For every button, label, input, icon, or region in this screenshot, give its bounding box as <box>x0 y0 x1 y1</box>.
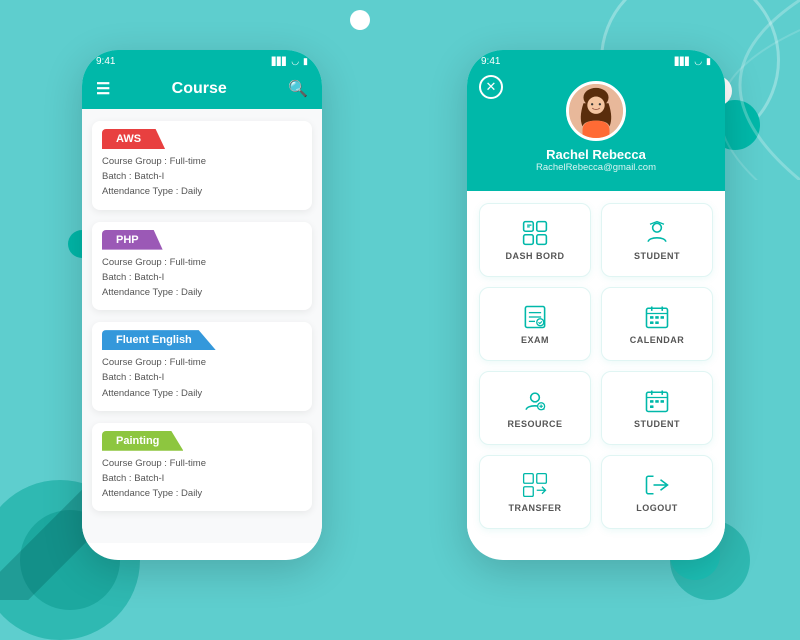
course-card-english[interactable]: Fluent English Course Group : Full-time … <box>92 322 312 411</box>
course-info-painting: Course Group : Full-time Batch : Batch-I… <box>92 451 312 512</box>
course-tag-php: PHP <box>102 230 163 250</box>
battery-icon: ▮ <box>303 56 308 67</box>
search-icon[interactable]: 🔍 <box>288 79 308 99</box>
status-icons-left: ▋▋▋ ◡ ▮ <box>272 56 308 67</box>
menu-item-student[interactable]: STUDENT <box>601 203 713 277</box>
calendar-label: CALENDAR <box>630 335 685 345</box>
attendance-php: Attendance Type : Daily <box>102 285 302 300</box>
resource-label: RESOURCE <box>507 419 562 429</box>
menu-item-student2[interactable]: STUDENT <box>601 371 713 445</box>
status-icons-right: ▋▋▋ ◡ ▮ <box>675 56 711 67</box>
time-left: 9:41 <box>96 56 115 67</box>
battery-icon-r: ▮ <box>706 56 711 67</box>
transfer-label: TRANSFER <box>509 503 562 513</box>
student-label: STUDENT <box>634 251 680 261</box>
course-info-php: Course Group : Full-time Batch : Batch-I… <box>92 250 312 311</box>
dashboard-icon <box>521 219 549 247</box>
course-info-aws: Course Group : Full-time Batch : Batch-I… <box>92 149 312 210</box>
status-bar-right: 9:41 ▋▋▋ ◡ ▮ <box>467 50 725 71</box>
exam-label: EXAM <box>521 335 549 345</box>
batch-painting: Batch : Batch-I <box>102 471 302 486</box>
phone-left: 9:41 ▋▋▋ ◡ ▮ ☰ Course 🔍 AWS Course Group… <box>82 50 322 560</box>
menu-grid: DASH BORD STUDENT EXAM <box>467 191 725 541</box>
course-group-aws: Course Group : Full-time <box>102 154 302 169</box>
attendance-english: Attendance Type : Daily <box>102 386 302 401</box>
batch-php: Batch : Batch-I <box>102 270 302 285</box>
course-info-english: Course Group : Full-time Batch : Batch-I… <box>92 350 312 411</box>
phone-right: 9:41 ▋▋▋ ◡ ▮ ✕ <box>467 50 725 560</box>
menu-item-exam[interactable]: EXAM <box>479 287 591 361</box>
transfer-icon <box>521 471 549 499</box>
course-group-english: Course Group : Full-time <box>102 355 302 370</box>
logout-icon <box>643 471 671 499</box>
logout-label: LOGOUT <box>636 503 678 513</box>
avatar-svg <box>569 83 623 139</box>
course-card-aws[interactable]: AWS Course Group : Full-time Batch : Bat… <box>92 121 312 210</box>
user-name: Rachel Rebecca <box>546 147 646 162</box>
course-tag-english: Fluent English <box>102 330 216 350</box>
menu-item-dashboard[interactable]: DASH BORD <box>479 203 591 277</box>
wifi-icon: ◡ <box>291 56 299 67</box>
signal-icon-r: ▋▋▋ <box>675 57 690 66</box>
page-title: Course <box>172 80 227 98</box>
course-tag-aws: AWS <box>102 129 165 149</box>
course-list: AWS Course Group : Full-time Batch : Bat… <box>82 109 322 543</box>
student2-label: STUDENT <box>634 419 680 429</box>
user-avatar <box>566 81 626 141</box>
calendar-icon <box>643 303 671 331</box>
course-card-php[interactable]: PHP Course Group : Full-time Batch : Bat… <box>92 222 312 311</box>
user-email: RachelRebecca@gmail.com <box>536 162 656 173</box>
course-header: ☰ Course 🔍 <box>82 71 322 109</box>
batch-aws: Batch : Batch-I <box>102 169 302 184</box>
signal-icon: ▋▋▋ <box>272 57 287 66</box>
status-bar-left: 9:41 ▋▋▋ ◡ ▮ <box>82 50 322 71</box>
student-icon <box>643 219 671 247</box>
batch-english: Batch : Batch-I <box>102 370 302 385</box>
menu-item-logout[interactable]: LOGOUT <box>601 455 713 529</box>
time-right: 9:41 <box>481 56 500 67</box>
course-group-php: Course Group : Full-time <box>102 255 302 270</box>
course-group-painting: Course Group : Full-time <box>102 456 302 471</box>
course-card-painting[interactable]: Painting Course Group : Full-time Batch … <box>92 423 312 512</box>
menu-item-resource[interactable]: RESOURCE <box>479 371 591 445</box>
resource-icon <box>521 387 549 415</box>
student2-icon <box>643 387 671 415</box>
close-button[interactable]: ✕ <box>479 75 503 99</box>
dashboard-label: DASH BORD <box>505 251 564 261</box>
attendance-painting: Attendance Type : Daily <box>102 486 302 501</box>
attendance-aws: Attendance Type : Daily <box>102 184 302 199</box>
menu-icon[interactable]: ☰ <box>96 79 110 99</box>
user-section: ✕ Rachel Rebecca RachelRebecca@gmail.com <box>467 71 725 191</box>
menu-item-calendar[interactable]: CALENDAR <box>601 287 713 361</box>
exam-icon <box>521 303 549 331</box>
course-tag-painting: Painting <box>102 431 183 451</box>
menu-item-transfer[interactable]: TRANSFER <box>479 455 591 529</box>
wifi-icon-r: ◡ <box>694 56 702 67</box>
